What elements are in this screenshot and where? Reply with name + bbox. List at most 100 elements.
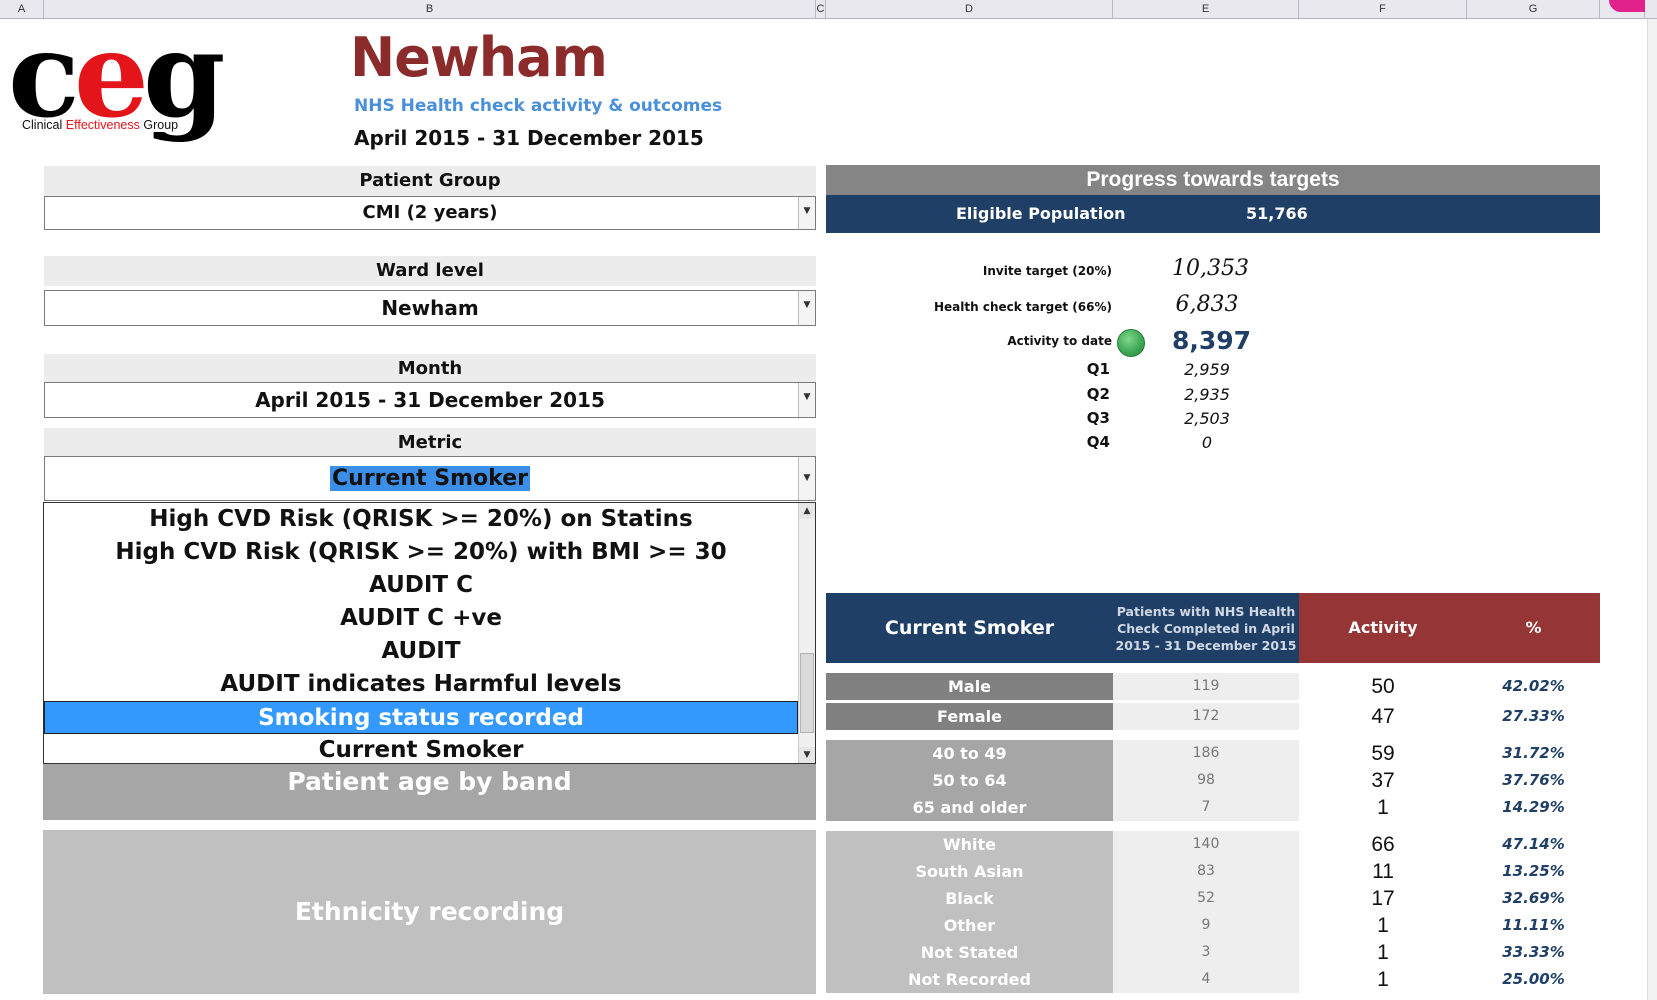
table-header-percent: %	[1467, 593, 1600, 663]
status-indicator-icon	[1117, 329, 1145, 357]
chevron-down-icon[interactable]: ▼	[798, 457, 815, 500]
row-percent: 11.11%	[1467, 912, 1600, 939]
column-header-f[interactable]: F	[1299, 0, 1467, 19]
eligible-population-value: 51,766	[1246, 204, 1308, 223]
scroll-thumb[interactable]	[800, 653, 814, 733]
metric-label: Metric	[44, 428, 816, 458]
month-value: April 2015 - 31 December 2015	[255, 388, 605, 412]
eligible-population-bar: Eligible Population 51,766	[826, 195, 1600, 233]
patient-group-select[interactable]: CMI (2 years) ▼	[44, 196, 816, 230]
ceg-logo-subtitle: Clinical Effectiveness Group	[22, 118, 182, 132]
row-activity: 50	[1299, 673, 1467, 700]
column-header-d[interactable]: D	[826, 0, 1113, 19]
row-activity: 1	[1299, 912, 1467, 939]
quarter-value: 2,503	[1184, 409, 1230, 428]
row-activity: 47	[1299, 703, 1467, 730]
dropdown-option[interactable]: AUDIT	[44, 635, 798, 668]
ceg-logo: ceg Clinical Effectiveness Group	[8, 5, 298, 147]
dropdown-option[interactable]: High CVD Risk (QRISK >= 20%) on Statins	[44, 503, 798, 536]
invite-target-value: 10,353	[1172, 256, 1249, 281]
row-patients: 3	[1113, 939, 1299, 966]
row-percent: 33.33%	[1467, 939, 1600, 966]
row-label: Not Recorded	[826, 966, 1113, 993]
eligible-population-label: Eligible Population	[956, 204, 1126, 223]
vertical-scrollbar[interactable]	[1647, 19, 1657, 1000]
dropdown-option[interactable]: Current Smoker	[44, 734, 798, 763]
row-label: 40 to 49	[826, 740, 1113, 767]
table-row: White 140 66 47.14%	[826, 831, 1600, 858]
row-patients: 172	[1113, 703, 1299, 730]
row-patients: 7	[1113, 794, 1299, 821]
metric-select[interactable]: Current Smoker ▼	[44, 456, 816, 501]
ethnicity-section: Ethnicity recording	[43, 830, 816, 994]
quarter-value: 2,959	[1184, 360, 1230, 379]
health-check-target-value: 6,833	[1175, 292, 1239, 317]
row-patients: 9	[1113, 912, 1299, 939]
page-title: Newham	[350, 26, 608, 89]
patient-group-value: CMI (2 years)	[362, 202, 498, 223]
page-date-range: April 2015 - 31 December 2015	[354, 126, 704, 150]
dropdown-option[interactable]: AUDIT indicates Harmful levels	[44, 668, 798, 701]
scroll-down-icon[interactable]: ▼	[799, 747, 815, 763]
row-patients: 52	[1113, 885, 1299, 912]
row-label: South Asian	[826, 858, 1113, 885]
table-row: Female 172 47 27.33%	[826, 703, 1600, 730]
row-activity: 1	[1299, 794, 1467, 821]
page-subtitle: NHS Health check activity & outcomes	[354, 96, 723, 116]
quarter-label: Q3	[1086, 409, 1110, 427]
table-header-activity: Activity	[1299, 593, 1467, 663]
table-header-patients: Patients with NHS Health Check Completed…	[1113, 593, 1299, 663]
quarter-label: Q4	[1086, 433, 1110, 451]
row-label: White	[826, 831, 1113, 858]
row-percent: 37.76%	[1467, 767, 1600, 794]
age-band-label: Patient age by band	[287, 767, 572, 796]
row-percent: 14.29%	[1467, 794, 1600, 821]
month-label: Month	[44, 354, 816, 384]
activity-to-date-value: 8,397	[1172, 326, 1252, 355]
dropdown-option-selected[interactable]: Smoking status recorded	[44, 701, 798, 734]
dropdown-option[interactable]: High CVD Risk (QRISK >= 20%) with BMI >=…	[44, 536, 798, 569]
row-activity: 17	[1299, 885, 1467, 912]
row-patients: 4	[1113, 966, 1299, 993]
column-header-c[interactable]: C	[816, 0, 826, 19]
row-label: 50 to 64	[826, 767, 1113, 794]
row-activity: 1	[1299, 966, 1467, 993]
metric-dropdown-list[interactable]: High CVD Risk (QRISK >= 20%) on Statins …	[43, 502, 816, 764]
row-patients: 119	[1113, 673, 1299, 700]
ward-level-label: Ward level	[44, 256, 816, 286]
scroll-up-icon[interactable]: ▲	[799, 503, 815, 519]
chevron-down-icon[interactable]: ▼	[798, 383, 815, 417]
column-header-bar: A B C D E F G H	[0, 0, 1657, 19]
quarter-label: Q2	[1086, 385, 1110, 403]
ethnicity-label: Ethnicity recording	[294, 897, 565, 926]
row-percent: 25.00%	[1467, 966, 1600, 993]
chevron-down-icon[interactable]: ▼	[798, 197, 815, 229]
column-header-g[interactable]: G	[1467, 0, 1600, 19]
table-row: 65 and older 7 1 14.29%	[826, 794, 1600, 821]
dropdown-option[interactable]: AUDIT C +ve	[44, 602, 798, 635]
row-activity: 59	[1299, 740, 1467, 767]
table-row: 40 to 49 186 59 31.72%	[826, 740, 1600, 767]
chevron-down-icon[interactable]: ▼	[798, 291, 815, 325]
row-label: 65 and older	[826, 794, 1113, 821]
metric-value: Current Smoker	[330, 466, 530, 491]
row-activity: 1	[1299, 939, 1467, 966]
row-label: Not Stated	[826, 939, 1113, 966]
table-row: Male 119 50 42.02%	[826, 673, 1600, 700]
row-percent: 32.69%	[1467, 885, 1600, 912]
table-header-metric: Current Smoker	[826, 593, 1113, 663]
month-select[interactable]: April 2015 - 31 December 2015 ▼	[44, 382, 816, 418]
quarter-value: 2,935	[1184, 385, 1230, 404]
ward-level-select[interactable]: Newham ▼	[44, 290, 816, 326]
row-patients: 83	[1113, 858, 1299, 885]
table-row: Not Recorded 4 1 25.00%	[826, 966, 1600, 993]
column-header-e[interactable]: E	[1113, 0, 1299, 19]
ward-level-value: Newham	[381, 296, 479, 320]
row-percent: 47.14%	[1467, 831, 1600, 858]
age-band-section: Patient age by band	[43, 764, 816, 820]
invite-target-label: Invite target (20%)	[982, 264, 1112, 278]
dropdown-option[interactable]: AUDIT C	[44, 569, 798, 602]
row-activity: 66	[1299, 831, 1467, 858]
dropdown-scrollbar[interactable]: ▲ ▼	[798, 503, 815, 763]
row-percent: 42.02%	[1467, 673, 1600, 700]
